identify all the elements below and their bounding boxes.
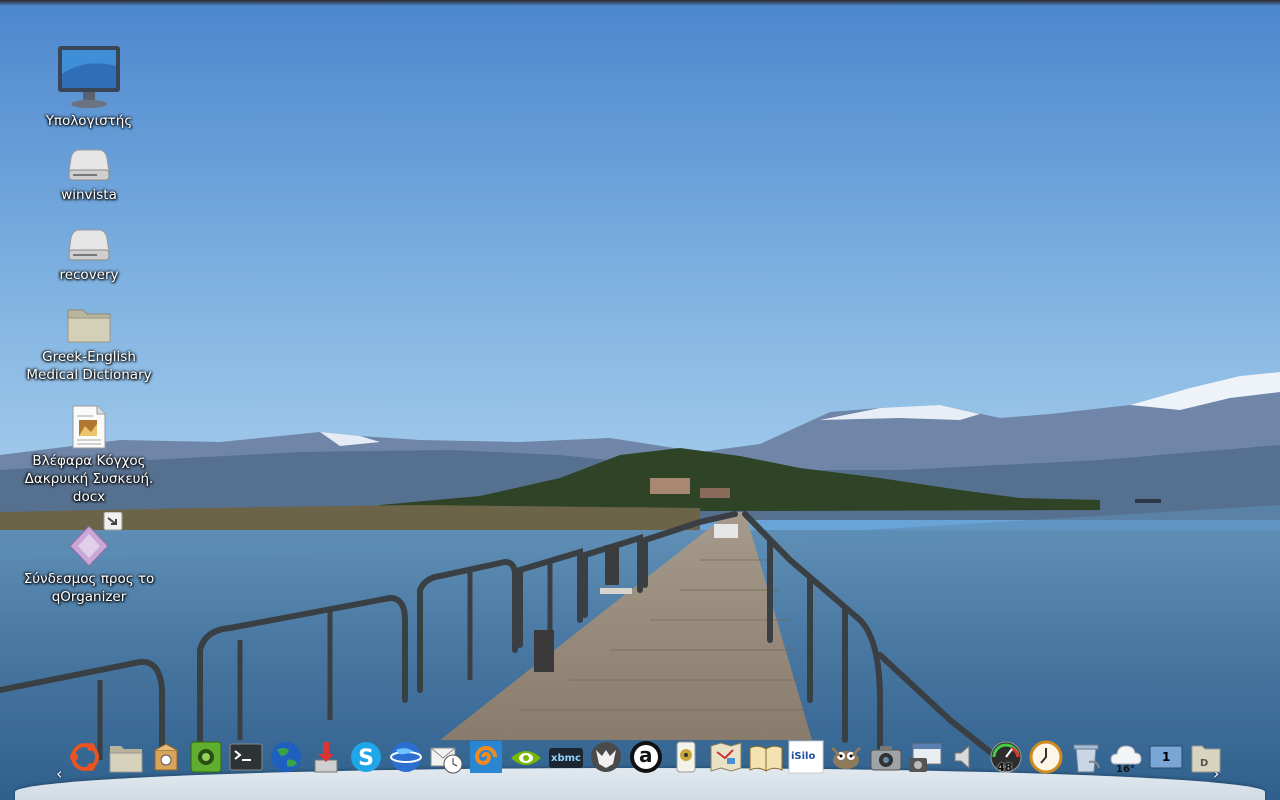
dock-item-blender[interactable] — [467, 738, 505, 782]
dock: ‹ › S xbmc a iSilo 48 16° 1 D — [0, 730, 1280, 800]
folder-icon — [67, 309, 111, 343]
dock-item-skype[interactable]: S — [347, 738, 385, 782]
dock-item-system-monitor[interactable]: 48 — [987, 738, 1025, 782]
globe-icon — [271, 742, 301, 772]
desktop-icon-winvista[interactable]: winvista — [18, 146, 160, 204]
download-icon — [314, 742, 338, 773]
document-icon — [72, 405, 106, 449]
mail-clock-icon — [430, 747, 463, 774]
dock-item-camera[interactable] — [867, 738, 905, 782]
trash-icon — [1073, 744, 1100, 773]
dock-item-weather[interactable]: 16° — [1107, 738, 1145, 782]
dock-item-screenshot[interactable] — [907, 738, 945, 782]
desktop-icon-greek-english-dictionary[interactable]: Greek-English Medical Dictionary — [18, 304, 160, 384]
folder-icon — [109, 746, 143, 773]
dock-item-trash[interactable] — [1067, 738, 1105, 782]
dock-item-torrent[interactable] — [307, 738, 345, 782]
dock-item-folder[interactable] — [107, 738, 145, 782]
dock-item-dictionary[interactable] — [747, 738, 785, 782]
dock-item-workspace-switcher[interactable]: 1 — [1147, 738, 1185, 782]
desktop-icon-recovery[interactable]: recovery — [18, 226, 160, 284]
speaker-icon — [676, 741, 696, 773]
package-icon — [154, 743, 178, 771]
desktop-icon-label: Σύνδεσμος προς το qOrganizer — [23, 571, 155, 605]
wallpaper-image — [0, 0, 1280, 800]
dock-item-wolf-app[interactable] — [587, 738, 625, 782]
nvidia-icon — [511, 751, 541, 765]
desktop-icon-label: winvista — [61, 187, 117, 203]
volume-icon — [954, 744, 970, 770]
dock-item-mail-scheduler[interactable] — [427, 738, 465, 782]
dock-item-gimp[interactable] — [827, 738, 865, 782]
computer-icon — [58, 46, 120, 108]
dock-item-maps[interactable] — [707, 738, 745, 782]
top-panel-shadow — [0, 0, 1280, 6]
docs-folder-label: D — [1200, 758, 1209, 769]
dock-item-anki[interactable]: a — [627, 738, 665, 782]
drive-icon — [68, 149, 110, 181]
dock-scroll-left-icon[interactable]: ‹ — [56, 764, 62, 783]
weather-temp-label: 16° — [1116, 764, 1135, 775]
dock-item-synaptic[interactable] — [187, 738, 225, 782]
green-box-icon — [190, 741, 222, 773]
clock-icon — [1029, 740, 1063, 774]
book-icon — [749, 745, 783, 772]
link-icon — [69, 512, 123, 567]
workspace-number-label: 1 — [1162, 750, 1171, 764]
docs-folder-icon — [1191, 745, 1221, 773]
dock-item-clock[interactable] — [1027, 738, 1065, 782]
camera-icon — [870, 746, 902, 771]
screenshot-icon — [909, 743, 942, 772]
dock-item-ubuntu[interactable] — [66, 738, 104, 782]
skype-icon: S — [351, 742, 381, 772]
anki-label: a — [639, 743, 653, 767]
spiral-icon — [470, 741, 502, 773]
earth-icon — [390, 742, 422, 772]
drive-icon — [68, 229, 110, 261]
dock-item-terminal[interactable] — [227, 738, 265, 782]
isilo-label: iSilo — [791, 751, 816, 762]
dock-item-software-center[interactable] — [147, 738, 185, 782]
desktop-icon-computer[interactable]: Υπολογιστής — [18, 44, 160, 130]
desktop-icon-label: recovery — [59, 267, 119, 283]
wolf-icon — [591, 742, 621, 772]
dock-item-browser[interactable] — [267, 738, 305, 782]
desktop-icon-document[interactable]: Βλέφαρα Κόγχος Δακρυική Συσκευή. docx — [18, 404, 160, 506]
desktop-icon-label: Υπολογιστής — [45, 113, 133, 129]
desktop-icon-qorganizer-link[interactable]: Σύνδεσμος προς το qOrganizer — [18, 512, 160, 606]
desktop-icon-label: Greek-English Medical Dictionary — [26, 349, 152, 383]
dock-item-nvidia[interactable] — [507, 738, 545, 782]
dock-item-volume[interactable] — [947, 738, 985, 782]
ubuntu-icon — [70, 743, 99, 771]
dock-item-isilo[interactable]: iSilo — [787, 738, 825, 782]
dock-item-xbmc[interactable]: xbmc — [547, 738, 585, 782]
dock-item-google-earth[interactable] — [387, 738, 425, 782]
terminal-icon — [229, 743, 263, 771]
dock-item-docs-folder[interactable]: D — [1187, 738, 1225, 782]
svg-text:S: S — [358, 746, 374, 771]
desktop: Υπολογιστής winvista recovery Greek-Engl… — [0, 0, 1280, 800]
map-icon — [710, 742, 742, 772]
xbmc-label: xbmc — [551, 753, 581, 764]
desktop-icon-label: Βλέφαρα Κόγχος Δακρυική Συσκευή. docx — [24, 453, 154, 505]
cpu-percent-label: 48 — [997, 761, 1013, 774]
dock-item-speaker-app[interactable] — [667, 738, 705, 782]
gimp-icon — [831, 746, 861, 769]
